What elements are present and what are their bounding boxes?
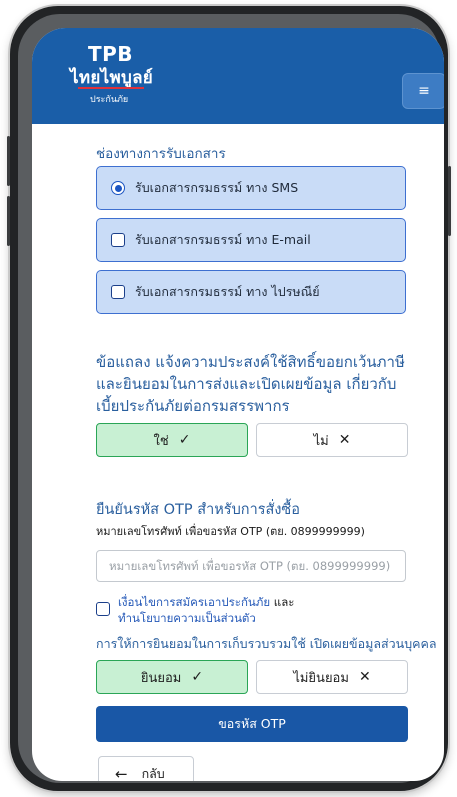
otp-sublabel: หมายเลขโทรศัพท์ เพื่อขอรหัส OTP (ตย. 089… (96, 525, 365, 538)
app-screen: TPB ไทยไพบูลย์ ประกันภัย ≡ ช่องทางการรับ… (32, 28, 444, 781)
menu-button[interactable]: ≡ (402, 73, 444, 109)
radio-selected-icon[interactable] (111, 181, 125, 195)
back-button[interactable]: ← กลับ (98, 756, 194, 781)
option-post-label: รับเอกสารกรมธรรม์ ทาง ไปรษณีย์ (135, 284, 320, 299)
option-sms-label: รับเอกสารกรมธรรม์ ทาง SMS (135, 180, 299, 195)
terms-and-text: และ (270, 595, 295, 609)
arrow-left-icon: ← (115, 765, 128, 781)
yes-label: ใช่ (153, 433, 169, 449)
check-icon: ✓ (191, 669, 204, 685)
app-header: TPB ไทยไพบูลย์ ประกันภัย ≡ (32, 28, 444, 124)
consent-agree-button[interactable]: ยินยอม ✓ (96, 660, 248, 694)
phone-bezel: TPB ไทยไพบูลย์ ประกันภัย ≡ ช่องทางการรับ… (18, 14, 444, 783)
terms-checkbox[interactable] (96, 602, 110, 616)
checkbox-icon[interactable] (111, 285, 125, 299)
otp-label: ยืนยันรหัส OTP สำหรับการสั่งซื้อ (96, 502, 300, 518)
logo-subtitle: ประกันภัย (90, 95, 129, 105)
phone-side-button (7, 196, 10, 246)
tax-consent-yes-button[interactable]: ใช่ ✓ (96, 423, 248, 457)
option-post[interactable]: รับเอกสารกรมธรรม์ ทาง ไปรษณีย์ (96, 270, 406, 314)
terms-link[interactable]: เงื่อนไขการสมัครเอาประกันภัย (118, 595, 270, 609)
personal-data-consent-label: การให้การยินยอมในการเก็บรวบรวมใช้ เปิดเผ… (96, 636, 437, 651)
hamburger-menu-icon: ≡ (418, 83, 430, 99)
option-email-label: รับเอกสารกรมธรรม์ ทาง E-mail (135, 232, 311, 247)
tax-consent-label: ข้อแถลง แจ้งความประสงค์ใช้สิทธิ์ขอยกเว้น… (96, 353, 405, 415)
disagree-label: ไม่ยินยอม (293, 670, 349, 686)
back-label: กลับ (141, 766, 165, 781)
option-email[interactable]: รับเอกสารกรมธรรม์ ทาง E-mail (96, 218, 406, 262)
logo-underline (78, 87, 144, 89)
phone-number-input[interactable] (96, 550, 406, 582)
option-sms[interactable]: รับเอกสารกรมธรรม์ ทาง SMS (96, 166, 406, 210)
close-icon: ✕ (358, 669, 371, 685)
no-label: ไม่ (313, 433, 329, 449)
logo-text-tpb: TPB (88, 42, 134, 66)
phone-frame: TPB ไทยไพบูลย์ ประกันภัย ≡ ช่องทางการรับ… (7, 6, 451, 791)
consent-disagree-button[interactable]: ไม่ยินยอม ✕ (256, 660, 408, 694)
request-otp-button[interactable]: ขอรหัส OTP (96, 706, 408, 742)
checkbox-icon[interactable] (111, 233, 125, 247)
phone-side-button (7, 136, 10, 186)
document-channel-label: ช่องทางการรับเอกสาร (96, 146, 226, 162)
phone-power-button (448, 166, 451, 236)
close-icon: ✕ (338, 432, 351, 448)
agree-label: ยินยอม (140, 670, 182, 686)
check-icon: ✓ (178, 432, 191, 448)
terms-text: เงื่อนไขการสมัครเอาประกันภัย และ ทำนโยบา… (118, 594, 294, 626)
tax-consent-no-button[interactable]: ไม่ ✕ (256, 423, 408, 457)
privacy-policy-link[interactable]: ทำนโยบายความเป็นส่วนตัว (118, 611, 256, 625)
